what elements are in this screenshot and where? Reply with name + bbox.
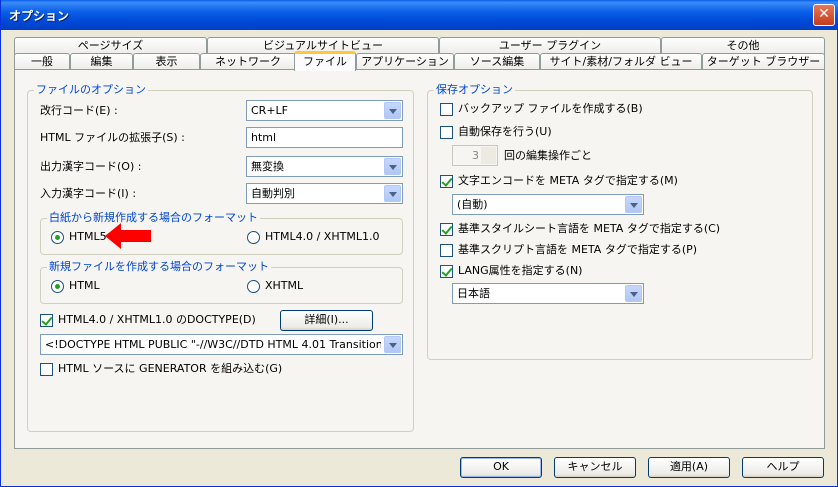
style-lang-checkbox[interactable] xyxy=(440,223,453,236)
blank-html5-radio[interactable] xyxy=(51,231,64,244)
script-lang-checkbox[interactable] xyxy=(440,244,453,257)
out-encoding-select[interactable]: 無変換 xyxy=(246,156,403,177)
blank-html5-label[interactable]: HTML5 xyxy=(69,230,107,244)
new-html-radio[interactable] xyxy=(51,280,64,293)
new-html-label[interactable]: HTML xyxy=(69,279,100,293)
ext-label: HTML ファイルの拡張子(S) : xyxy=(40,131,185,144)
meta-charset-label[interactable]: 文字エンコードを META タグで指定する(M) xyxy=(458,174,678,188)
chevron-down-icon[interactable] xyxy=(384,336,401,353)
blank-format-group: 白紙から新規作成する場合のフォーマット HTML5 HTML4.0 / XHTM… xyxy=(40,211,403,255)
lang-value: 日本語 xyxy=(457,287,490,300)
in-encoding-select[interactable]: 自動判別 xyxy=(246,183,403,204)
save-options-group: 保存オプション バックアップ ファイルを作成する(B) 自動保存を行う(U) 3… xyxy=(427,83,813,360)
blank-html4-label[interactable]: HTML4.0 / XHTML1.0 xyxy=(265,230,379,244)
blank-html4-radio[interactable] xyxy=(247,231,260,244)
details-button[interactable]: 詳細(I)... xyxy=(280,310,373,331)
style-lang-label[interactable]: 基準スタイルシート言語を META タグで指定する(C) xyxy=(458,222,720,236)
ext-value: html xyxy=(251,131,277,144)
title-bar[interactable]: オプション ✕ xyxy=(1,0,838,30)
help-button[interactable]: ヘルプ xyxy=(742,457,824,478)
generator-label[interactable]: HTML ソースに GENERATOR を組み込む(G) xyxy=(58,362,282,376)
window-title: オプション xyxy=(9,9,70,23)
apply-button[interactable]: 適用(A) xyxy=(648,457,730,478)
file-options-title: ファイルのオプション xyxy=(34,83,148,97)
meta-charset-select[interactable]: (自動) xyxy=(452,194,644,215)
new-format-title: 新規ファイルを作成する場合のフォーマット xyxy=(47,260,271,274)
chevron-down-icon[interactable] xyxy=(384,185,401,202)
autosave-label[interactable]: 自動保存を行う(U) xyxy=(458,125,552,139)
file-options-group: ファイルのオプション 改行コード(E) : CR+LF HTML ファイルの拡張… xyxy=(27,83,414,432)
tab-panel-file: ファイルのオプション 改行コード(E) : CR+LF HTML ファイルの拡張… xyxy=(14,69,825,449)
cancel-button[interactable]: キャンセル xyxy=(554,457,636,478)
autosave-count-spinner: 3 xyxy=(452,145,498,166)
out-encoding-value: 無変換 xyxy=(251,160,284,173)
chevron-down-icon[interactable] xyxy=(625,285,642,302)
chevron-down-icon[interactable] xyxy=(625,196,642,213)
autosave-count-value: 3 xyxy=(472,149,479,162)
backup-label[interactable]: バックアップ ファイルを作成する(B) xyxy=(458,102,643,116)
options-dialog: オプション ✕ ページサイズ ビジュアルサイトビュー ユーザー プラグイン その… xyxy=(0,0,838,487)
doctype-value: <!DOCTYPE HTML PUBLIC "-//W3C//DTD HTML … xyxy=(45,338,381,351)
generator-checkbox[interactable] xyxy=(40,363,53,376)
autosave-checkbox[interactable] xyxy=(440,126,453,139)
chevron-down-icon[interactable] xyxy=(384,102,401,119)
ok-button[interactable]: OK xyxy=(460,457,542,478)
close-button[interactable]: ✕ xyxy=(813,4,835,26)
autosave-suffix: 回の編集操作ごと xyxy=(504,149,592,162)
in-encoding-value: 自動判別 xyxy=(251,187,295,200)
chevron-down-icon[interactable] xyxy=(384,158,401,175)
doctype-select[interactable]: <!DOCTYPE HTML PUBLIC "-//W3C//DTD HTML … xyxy=(40,334,403,355)
out-encoding-label: 出力漢字コード(O) : xyxy=(40,160,142,173)
meta-charset-checkbox[interactable] xyxy=(440,175,453,188)
backup-checkbox[interactable] xyxy=(440,103,453,116)
newline-value: CR+LF xyxy=(251,104,288,117)
newline-select[interactable]: CR+LF xyxy=(246,100,403,121)
script-lang-label[interactable]: 基準スクリプト言語を META タグで指定する(P) xyxy=(458,243,697,257)
lang-attr-checkbox[interactable] xyxy=(440,265,453,278)
new-xhtml-label[interactable]: XHTML xyxy=(265,279,303,293)
spinner-arrows-icon xyxy=(481,147,496,164)
new-format-group: 新規ファイルを作成する場合のフォーマット HTML XHTML xyxy=(40,260,403,304)
lang-select[interactable]: 日本語 xyxy=(452,283,644,304)
doctype-label[interactable]: HTML4.0 / XHTML1.0 のDOCTYPE(D) xyxy=(58,313,256,327)
in-encoding-label: 入力漢字コード(I) : xyxy=(40,187,137,200)
red-arrow-icon xyxy=(105,223,151,249)
meta-charset-value: (自動) xyxy=(457,198,488,211)
tab-file[interactable]: ファイル xyxy=(294,51,356,71)
lang-attr-label[interactable]: LANG属性を指定する(N) xyxy=(458,264,582,278)
blank-format-title: 白紙から新規作成する場合のフォーマット xyxy=(47,211,260,225)
doctype-checkbox[interactable] xyxy=(40,314,53,327)
save-options-title: 保存オプション xyxy=(434,83,515,97)
new-xhtml-radio[interactable] xyxy=(247,280,260,293)
ext-input[interactable]: html xyxy=(246,127,403,148)
newline-label: 改行コード(E) : xyxy=(40,104,118,117)
